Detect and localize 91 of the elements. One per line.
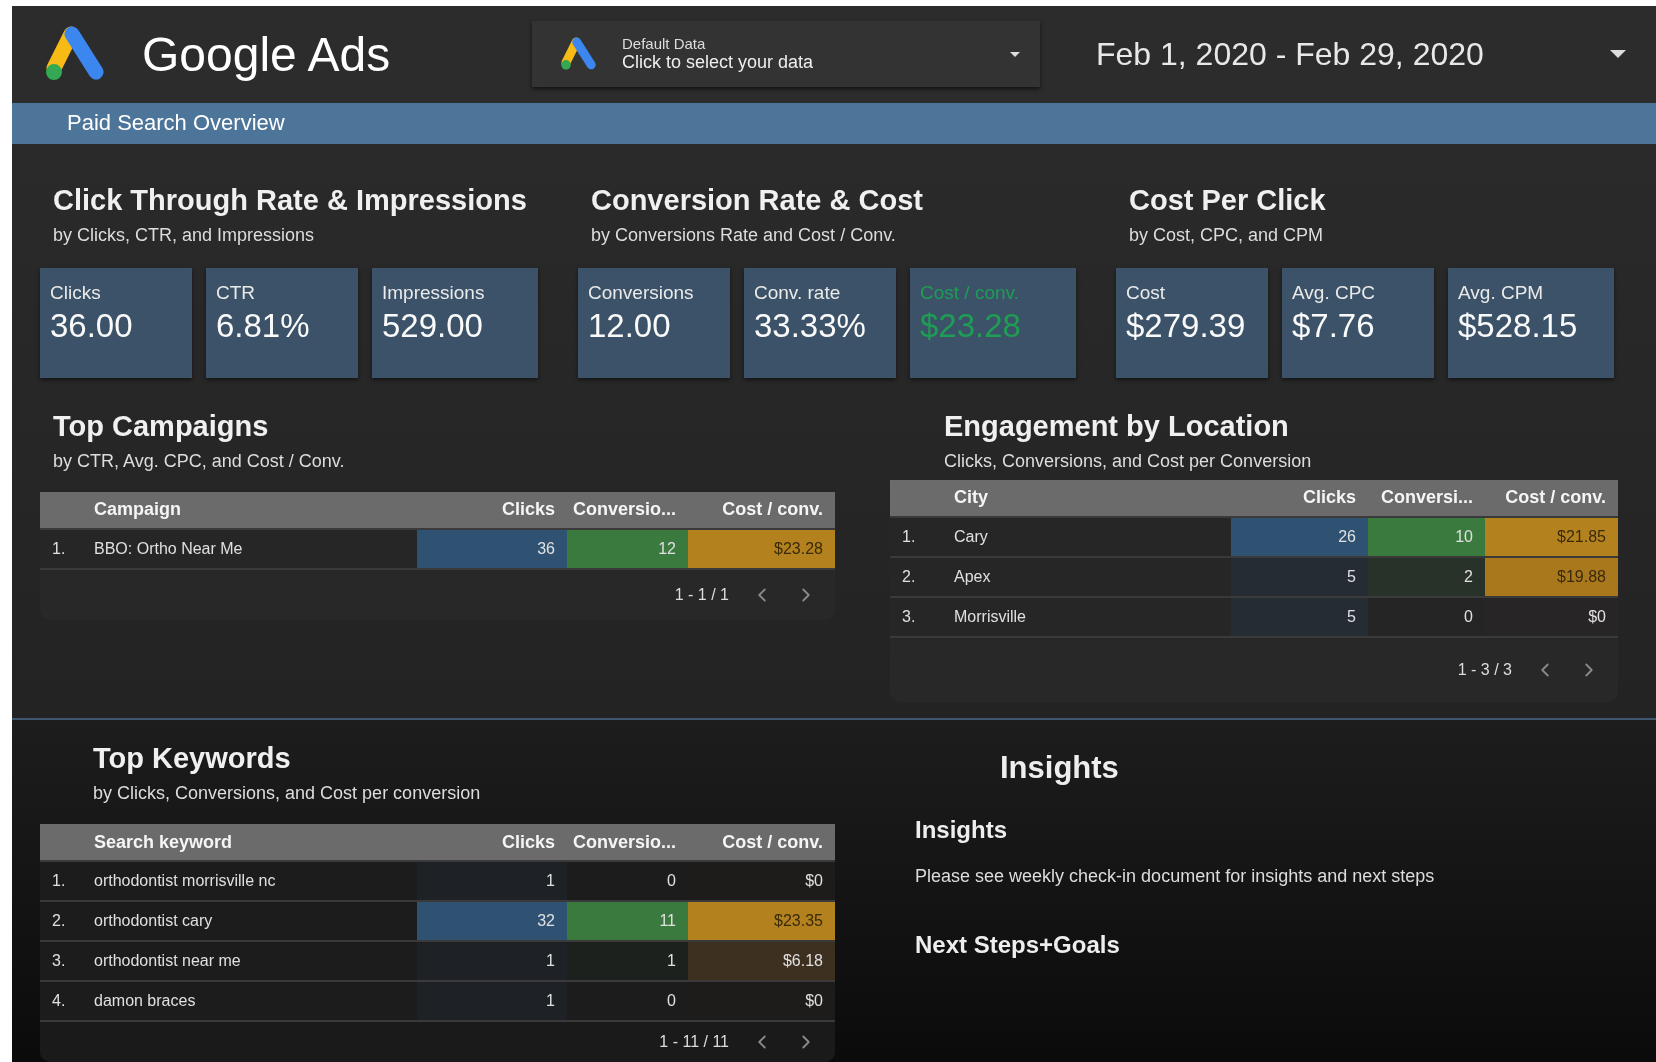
insights-title: Insights bbox=[1000, 750, 1120, 786]
row-number: 3. bbox=[901, 606, 917, 627]
scorecard-label: Impressions bbox=[382, 281, 486, 304]
table-cell: $23.28 bbox=[688, 529, 835, 568]
section-subtitle: Clicks, Conversions, and Cost per Conversion bbox=[944, 450, 1313, 472]
column-header[interactable]: City bbox=[942, 479, 1231, 516]
dropdown-caret-icon bbox=[1010, 51, 1020, 57]
scorecard-value: $7.76 bbox=[1292, 305, 1375, 346]
scorecard-label: Clicks bbox=[50, 281, 102, 304]
column-header[interactable]: Conversio... bbox=[567, 824, 688, 860]
table-cell: 32 bbox=[417, 902, 567, 940]
table-cell: 36 bbox=[417, 529, 567, 568]
insights-text: Please see weekly check-in document for insights and next steps bbox=[915, 866, 1436, 887]
row-number: 4. bbox=[51, 991, 67, 1011]
scorecard-value: $528.15 bbox=[1458, 305, 1578, 346]
section-subtitle: by Conversions Rate and Cost / Conv. bbox=[591, 224, 897, 246]
table-cell-text: BBO: Ortho Near Me bbox=[93, 538, 244, 559]
selector-value: Click to select your data bbox=[622, 52, 815, 74]
scorecard-label: Conversions bbox=[588, 281, 695, 304]
row-number: 1. bbox=[51, 538, 67, 559]
table-cell-text: orthodontist morrisville nc bbox=[93, 871, 277, 891]
pagination-text: 1 - 11 / 11 bbox=[659, 1033, 729, 1051]
table-cell: 1 bbox=[417, 862, 567, 900]
column-header[interactable]: Conversio... bbox=[567, 491, 688, 528]
table-cell-text: orthodontist cary bbox=[93, 911, 214, 931]
data-source-selector[interactable]: Default Data Click to select your data bbox=[532, 21, 1040, 88]
column-header[interactable]: Clicks bbox=[1231, 479, 1368, 516]
table-cell: 12 bbox=[567, 529, 688, 568]
section-subtitle: by CTR, Avg. CPC, and Cost / Conv. bbox=[53, 450, 346, 472]
table-cell: 5 bbox=[1231, 597, 1368, 636]
selector-label: Default Data bbox=[622, 35, 707, 53]
table-cell: $19.88 bbox=[1485, 557, 1618, 596]
row-number: 2. bbox=[901, 566, 917, 587]
column-header[interactable]: Cost / conv. bbox=[1485, 479, 1618, 516]
table-cell: 2 bbox=[1368, 557, 1485, 596]
scorecard-label: Cost / conv. bbox=[920, 281, 1020, 304]
scorecard-value: 12.00 bbox=[588, 305, 671, 346]
section-title: Cost Per Click bbox=[1129, 183, 1327, 217]
dropdown-caret-icon bbox=[1610, 50, 1626, 59]
table-cell-text: Morrisville bbox=[953, 606, 1027, 627]
row-number: 1. bbox=[901, 526, 917, 547]
table-cell-text: Cary bbox=[953, 526, 989, 547]
scorecard-value: $279.39 bbox=[1126, 305, 1246, 346]
section-subtitle: by Clicks, Conversions, and Cost per conversion bbox=[93, 783, 482, 804]
section-title: Engagement by Location bbox=[944, 409, 1290, 443]
pagination-text: 1 - 3 / 3 bbox=[1457, 660, 1512, 679]
section-title: Click Through Rate & Impressions bbox=[53, 183, 528, 217]
row-number: 2. bbox=[51, 911, 67, 931]
scorecard-value: 529.00 bbox=[382, 305, 483, 346]
table-cell: $6.18 bbox=[688, 942, 835, 980]
table-cell: 5 bbox=[1231, 557, 1368, 596]
insights-heading: Insights bbox=[915, 816, 1008, 844]
column-header[interactable]: Search keyword bbox=[82, 824, 417, 860]
column-header[interactable]: Cost / conv. bbox=[688, 824, 835, 860]
table-cell-text: Apex bbox=[953, 566, 992, 587]
column-header[interactable]: Campaign bbox=[82, 491, 417, 528]
scorecard-label: Conv. rate bbox=[754, 281, 842, 304]
table-cell-text: damon braces bbox=[93, 991, 197, 1011]
table-cell: 26 bbox=[1231, 517, 1368, 556]
section-title: Conversion Rate & Cost bbox=[591, 183, 924, 217]
scorecard-value: 6.81% bbox=[216, 305, 310, 346]
scorecard-value: $23.28 bbox=[920, 305, 1021, 346]
table-cell: 1 bbox=[417, 942, 567, 980]
section-title: Top Keywords bbox=[93, 742, 292, 775]
column-header[interactable]: Conversi... bbox=[1368, 479, 1485, 516]
next-steps-heading: Next Steps+Goals bbox=[915, 931, 1121, 959]
table-cell: 1 bbox=[417, 982, 567, 1020]
table-cell: 11 bbox=[567, 902, 688, 940]
brand-name: Google Ads bbox=[142, 26, 392, 82]
scorecard-label: CTR bbox=[216, 281, 257, 304]
pagination-text: 1 - 1 / 1 bbox=[674, 585, 729, 604]
section-subtitle: by Cost, CPC, and CPM bbox=[1129, 224, 1325, 246]
date-range-picker[interactable]: Feb 1, 2020 - Feb 29, 2020 bbox=[1096, 35, 1656, 73]
scorecard-label: Cost bbox=[1126, 281, 1167, 304]
column-header[interactable]: Cost / conv. bbox=[688, 491, 835, 528]
table-cell: 1 bbox=[567, 942, 688, 980]
page-title: Paid Search Overview bbox=[67, 110, 285, 137]
column-header[interactable]: Clicks bbox=[417, 491, 567, 528]
scorecard-label: Avg. CPM bbox=[1458, 281, 1545, 304]
row-number: 1. bbox=[51, 871, 67, 891]
scorecard-value: 33.33% bbox=[754, 305, 866, 346]
section-title: Top Campaigns bbox=[53, 409, 270, 443]
scorecard-value: 36.00 bbox=[50, 305, 133, 346]
table-cell: $21.85 bbox=[1485, 517, 1618, 556]
row-number: 3. bbox=[51, 951, 67, 971]
section-subtitle: by Clicks, CTR, and Impressions bbox=[53, 224, 316, 246]
table-cell: 10 bbox=[1368, 517, 1485, 556]
table-cell-text: orthodontist near me bbox=[93, 951, 242, 971]
scorecard-label: Avg. CPC bbox=[1292, 281, 1377, 304]
column-header[interactable]: Clicks bbox=[417, 824, 567, 860]
table-cell: $23.35 bbox=[688, 902, 835, 940]
